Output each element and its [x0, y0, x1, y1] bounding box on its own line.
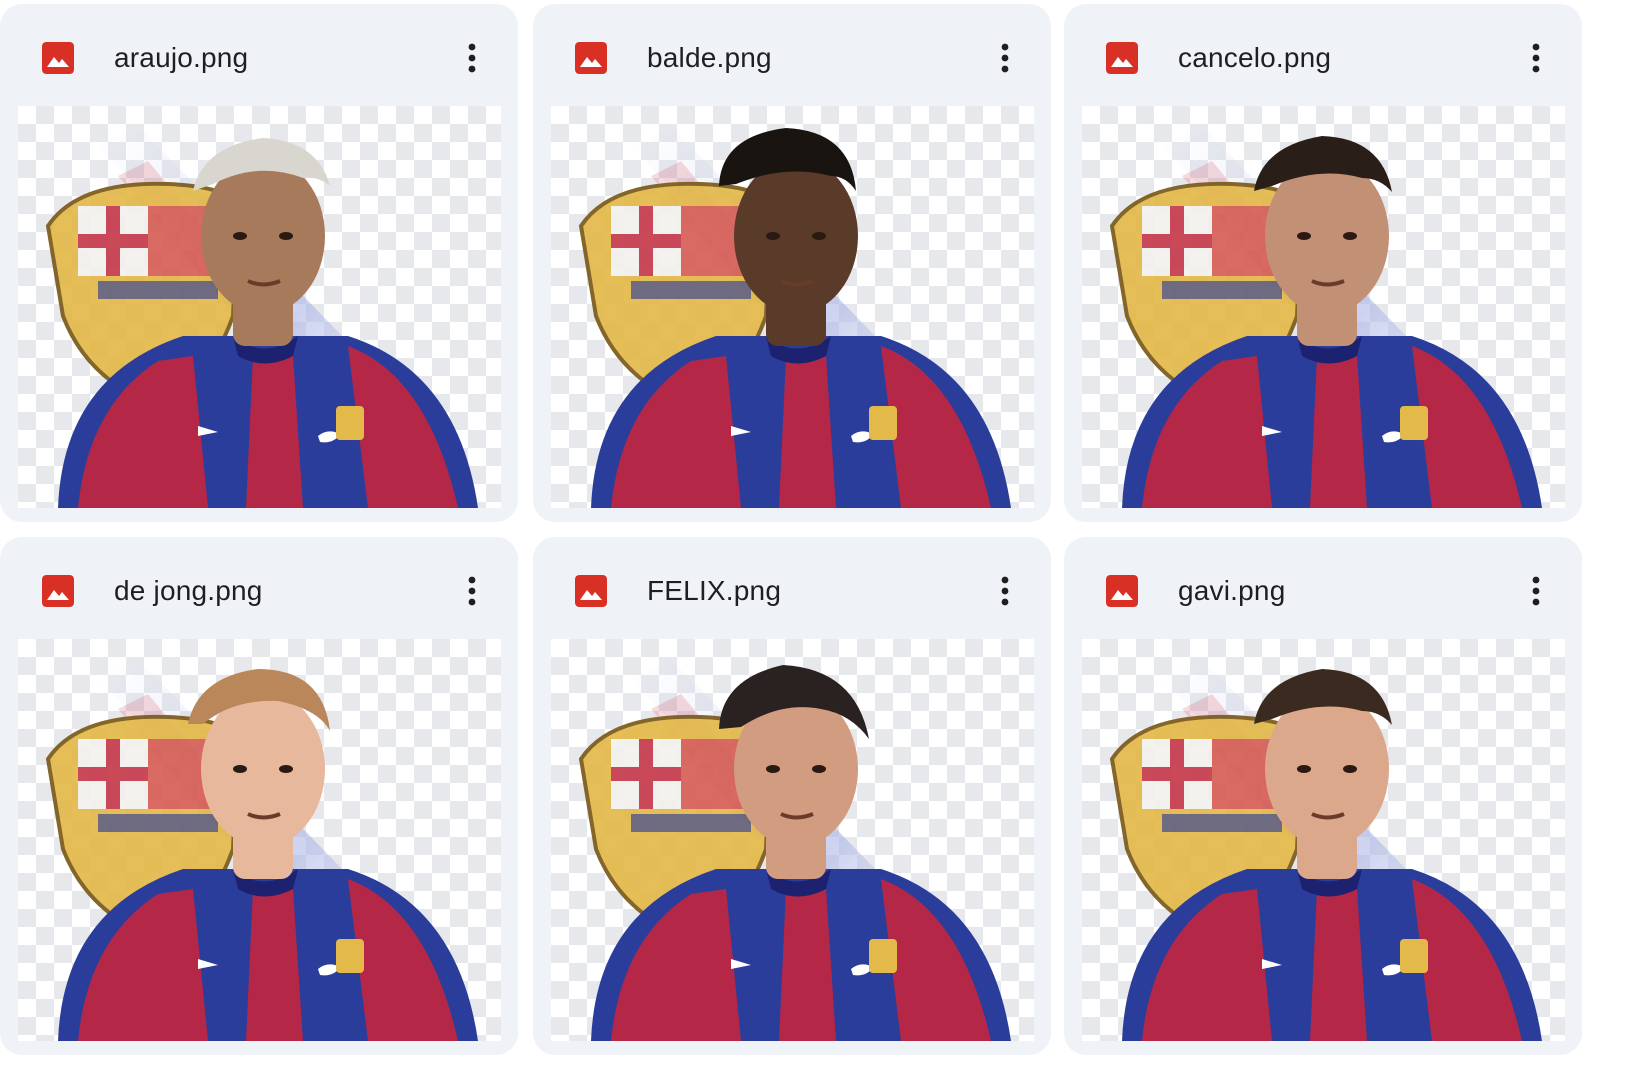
image-thumbnail[interactable]: [551, 639, 1034, 1041]
more-actions-button[interactable]: [981, 567, 1029, 615]
player-photo: [1109, 659, 1552, 1041]
image-thumbnail[interactable]: [18, 639, 501, 1041]
file-card-2[interactable]: balde.png: [533, 4, 1051, 522]
image-thumbnail[interactable]: [1082, 639, 1565, 1041]
image-thumbnail[interactable]: [551, 106, 1034, 508]
image-file-icon: [1106, 575, 1138, 607]
file-name: de jong.png: [114, 575, 263, 606]
file-card-header: gavi.png: [1064, 537, 1582, 639]
file-name: cancelo.png: [1178, 42, 1332, 73]
player-photo: [578, 126, 1021, 508]
file-card-6[interactable]: gavi.png: [1064, 537, 1582, 1055]
more-actions-button[interactable]: [448, 567, 496, 615]
file-name: balde.png: [647, 42, 772, 73]
more-actions-button[interactable]: [981, 34, 1029, 82]
player-photo: [1109, 126, 1552, 508]
more-actions-button[interactable]: [1512, 34, 1560, 82]
more-vert-icon: [1532, 576, 1540, 606]
file-card-header: araujo.png: [0, 4, 518, 106]
file-card-header: FELIX.png: [533, 537, 1051, 639]
file-grid: araujo.png balde.png cancelo.png de jong…: [0, 0, 1627, 1077]
file-name: araujo.png: [114, 42, 249, 73]
file-card-3[interactable]: cancelo.png: [1064, 4, 1582, 522]
player-photo: [45, 126, 488, 508]
file-name: gavi.png: [1178, 575, 1286, 606]
image-file-icon: [42, 42, 74, 74]
file-card-1[interactable]: araujo.png: [0, 4, 518, 522]
more-vert-icon: [468, 576, 476, 606]
more-actions-button[interactable]: [1512, 567, 1560, 615]
image-thumbnail[interactable]: [1082, 106, 1565, 508]
more-vert-icon: [1001, 576, 1009, 606]
image-file-icon: [575, 575, 607, 607]
more-actions-button[interactable]: [448, 34, 496, 82]
file-name: FELIX.png: [647, 575, 782, 606]
file-card-header: balde.png: [533, 4, 1051, 106]
file-card-5[interactable]: FELIX.png: [533, 537, 1051, 1055]
more-vert-icon: [468, 43, 476, 73]
player-photo: [578, 659, 1021, 1041]
file-card-header: de jong.png: [0, 537, 518, 639]
more-vert-icon: [1001, 43, 1009, 73]
file-card-4[interactable]: de jong.png: [0, 537, 518, 1055]
player-photo: [45, 659, 488, 1041]
image-file-icon: [1106, 42, 1138, 74]
image-file-icon: [575, 42, 607, 74]
file-card-header: cancelo.png: [1064, 4, 1582, 106]
more-vert-icon: [1532, 43, 1540, 73]
image-file-icon: [42, 575, 74, 607]
image-thumbnail[interactable]: [18, 106, 501, 508]
